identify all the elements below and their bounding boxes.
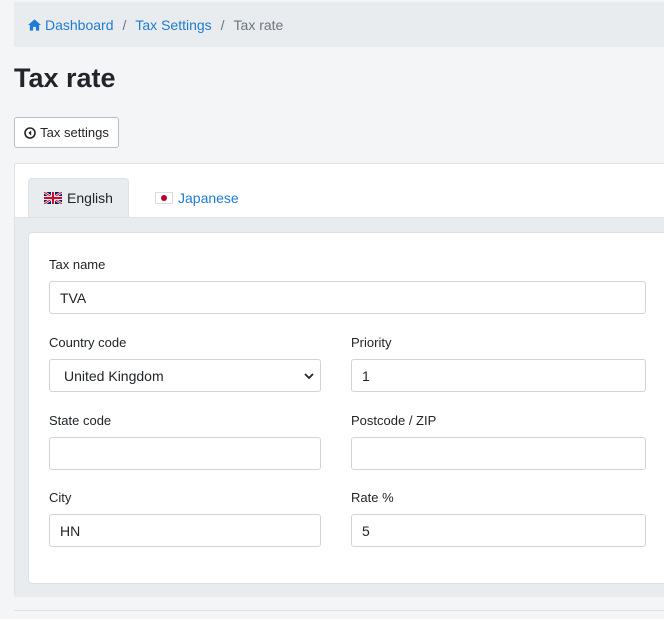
city-value: HN	[60, 522, 81, 539]
country-code-select[interactable]: United Kingdom	[49, 359, 321, 392]
language-tabs: English Japanese	[15, 164, 664, 217]
tax-name-input[interactable]: TVA	[49, 281, 646, 314]
rate-input[interactable]: 5	[351, 514, 646, 547]
tab-english-label: English	[67, 190, 113, 206]
japan-flag-icon	[155, 191, 173, 204]
home-icon	[28, 18, 41, 31]
breadcrumb-dashboard-label: Dashboard	[45, 16, 114, 33]
postcode-input[interactable]	[351, 437, 646, 470]
breadcrumb-current: Tax rate	[233, 16, 284, 33]
priority-value: 1	[362, 367, 370, 384]
tax-name-value: TVA	[60, 289, 87, 306]
english-tab-panel: Tax name TVA Country code United Kingdom…	[15, 217, 664, 597]
rate-value: 5	[362, 522, 370, 539]
tax-rate-form: Tax name TVA Country code United Kingdom…	[28, 232, 664, 584]
tab-english[interactable]: English	[28, 178, 129, 217]
back-button-label: Tax settings	[40, 125, 109, 140]
tax-rate-card: English Japanese Tax name TVA Country co…	[14, 163, 664, 597]
page-title: Tax rate	[14, 63, 116, 93]
priority-label: Priority	[351, 335, 392, 350]
tab-japanese-label: Japanese	[178, 189, 239, 206]
tab-japanese[interactable]: Japanese	[143, 178, 251, 217]
state-code-label: State code	[49, 413, 112, 428]
state-code-input[interactable]	[49, 437, 321, 470]
uk-flag-icon	[44, 192, 63, 204]
divider	[14, 610, 664, 611]
chevron-down-icon	[304, 372, 314, 379]
tax-settings-back-button[interactable]: Tax settings	[14, 117, 119, 148]
postcode-label: Postcode / ZIP	[351, 413, 437, 428]
rate-label: Rate %	[351, 490, 394, 505]
breadcrumb-separator: /	[220, 16, 225, 33]
city-input[interactable]: HN	[49, 514, 321, 547]
priority-input[interactable]: 1	[351, 359, 646, 392]
tax-name-label: Tax name	[49, 257, 106, 272]
city-label: City	[49, 490, 72, 505]
circle-arrow-left-icon	[24, 126, 36, 139]
breadcrumb-separator: /	[122, 16, 127, 33]
breadcrumb-dashboard-link[interactable]: Dashboard	[28, 17, 114, 33]
breadcrumb-tax-settings-link[interactable]: Tax Settings	[135, 17, 211, 33]
breadcrumb: Dashboard / Tax Settings / Tax rate	[14, 2, 664, 47]
country-code-label: Country code	[49, 335, 127, 350]
country-code-value: United Kingdom	[64, 367, 164, 384]
